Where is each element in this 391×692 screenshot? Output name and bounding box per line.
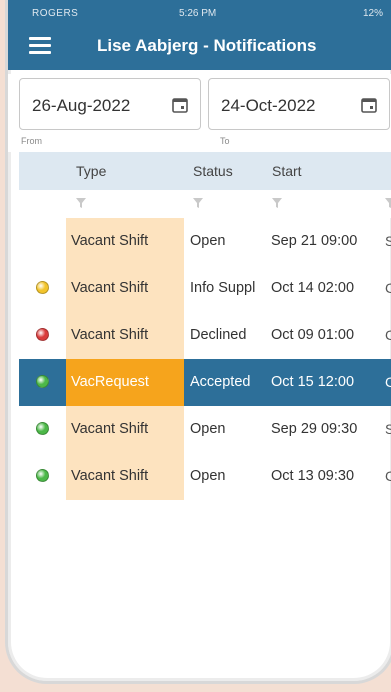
from-date-field[interactable]: 26-Aug-2022 (19, 78, 201, 130)
status-text: Open (190, 233, 226, 249)
status-dot-icon (36, 469, 49, 482)
status-dot-icon (36, 281, 49, 294)
to-date-field[interactable]: 24-Oct-2022 (208, 78, 390, 130)
status-text: Info Suppl (190, 280, 256, 296)
to-date-value: 24-Oct-2022 (221, 96, 316, 115)
from-label: From (21, 136, 42, 146)
overflow-column-text: C (385, 468, 391, 484)
start-text: Oct 15 12:00 (271, 374, 355, 390)
clock-label: 5:26 PM (179, 8, 217, 19)
table-row[interactable]: Vacant Shift Open Oct 13 09:30 C (19, 453, 391, 500)
type-text: VacRequest (71, 374, 149, 390)
status-text: Accepted (190, 374, 251, 390)
grid-header: Type Status Start (19, 152, 391, 190)
status-dot-icon (36, 375, 49, 388)
overflow-column-text: C (385, 374, 391, 390)
table-row[interactable]: Vacant Shift Open Sep 29 09:30 S (19, 406, 391, 453)
status-dot-icon (36, 328, 49, 341)
date-filter-row: 26-Aug-2022 From 24-Oct-2022 To (8, 74, 391, 152)
table-row[interactable]: Vacant Shift Declined Oct 09 01:00 C (19, 312, 391, 359)
type-text: Vacant Shift (71, 421, 149, 437)
from-date-value: 26-Aug-2022 (32, 96, 131, 115)
status-text: Open (190, 468, 226, 484)
status-bar: ROGERS 5:26 PM 12% (8, 8, 391, 24)
column-filter-row (19, 190, 391, 218)
overflow-column-text: C (385, 327, 391, 343)
start-text: Oct 09 01:00 (271, 327, 355, 343)
column-header-start[interactable]: Start (272, 163, 302, 179)
carrier-label: ROGERS (32, 8, 79, 19)
app-header: ROGERS 5:26 PM 12% Lise Aabjerg - Notifi… (8, 0, 391, 70)
calendar-icon[interactable] (361, 97, 377, 113)
table-row[interactable]: Vacant Shift Info Suppl Oct 14 02:00 C (19, 265, 391, 312)
phone-frame: ROGERS 5:26 PM 12% Lise Aabjerg - Notifi… (5, 0, 391, 684)
table-row[interactable]: VacRequest Accepted Oct 15 12:00 C (19, 359, 391, 406)
overflow-column-text: C (385, 280, 391, 296)
type-text: Vacant Shift (71, 468, 149, 484)
start-text: Sep 29 09:30 (271, 421, 358, 437)
filter-icon[interactable] (76, 198, 86, 208)
overflow-column-text: S (385, 233, 391, 249)
start-text: Oct 14 02:00 (271, 280, 355, 296)
to-label: To (220, 136, 230, 146)
column-header-type[interactable]: Type (76, 163, 106, 179)
battery-label: 12% (362, 8, 383, 19)
status-text: Declined (190, 327, 247, 343)
start-text: Sep 21 09:00 (271, 233, 358, 249)
filter-icon[interactable] (385, 198, 391, 208)
overflow-column-text: S (385, 421, 391, 437)
hamburger-icon[interactable] (29, 37, 51, 54)
type-text: Vacant Shift (71, 233, 149, 249)
column-header-status[interactable]: Status (193, 163, 233, 179)
status-dot-icon (36, 422, 49, 435)
start-text: Oct 13 09:30 (271, 468, 355, 484)
filter-icon[interactable] (272, 198, 282, 208)
status-text: Open (190, 421, 226, 437)
filter-icon[interactable] (193, 198, 203, 208)
type-text: Vacant Shift (71, 280, 149, 296)
page-title: Lise Aabjerg - Notifications (97, 36, 317, 55)
calendar-icon[interactable] (172, 97, 188, 113)
type-text: Vacant Shift (71, 327, 149, 343)
table-row[interactable]: Vacant Shift Open Sep 21 09:00 S (19, 218, 391, 265)
